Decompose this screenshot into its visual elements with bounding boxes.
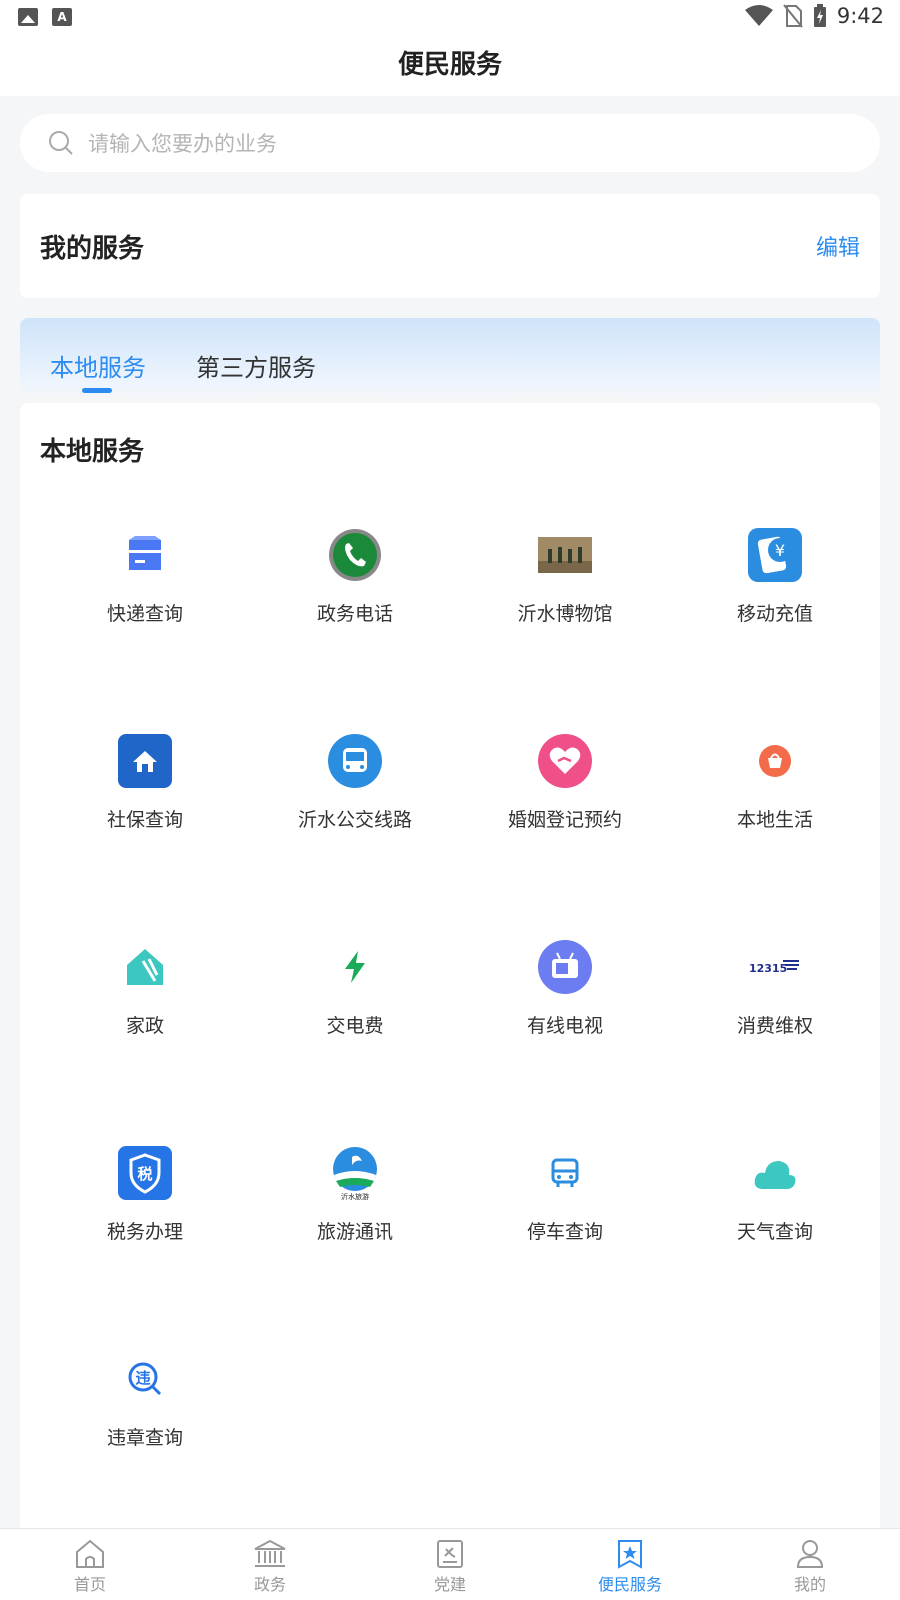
- nav-party-building[interactable]: 党建: [360, 1529, 540, 1600]
- service-label: 家政: [125, 1015, 164, 1037]
- bottom-navigation: 首页 政务 党建 便民服务 我的: [0, 1528, 900, 1600]
- service-marriage-registration[interactable]: 婚姻登记预约: [460, 709, 670, 909]
- service-bus-routes[interactable]: 沂水公交线路: [250, 709, 460, 909]
- consumer-rights-badge: 12315: [749, 962, 787, 975]
- mobile-recharge-icon: ¥: [747, 527, 803, 583]
- service-label: 本地生活: [736, 809, 813, 831]
- service-label: 税务办理: [106, 1221, 183, 1243]
- service-mobile-recharge[interactable]: ¥ 移动充值: [670, 503, 880, 703]
- violation-badge: 违: [135, 1369, 150, 1387]
- nav-convenience-services[interactable]: 便民服务: [540, 1529, 720, 1600]
- battery-icon: [813, 4, 826, 27]
- service-tabs: 本地服务 第三方服务: [20, 318, 880, 400]
- clock-time: 9:42: [836, 4, 884, 28]
- service-label: 停车查询: [526, 1221, 603, 1243]
- service-express-query[interactable]: 快递查询: [40, 503, 250, 703]
- service-label: 旅游通讯: [316, 1221, 393, 1243]
- heart-icon: [537, 733, 593, 789]
- wifi-icon: [744, 5, 773, 26]
- edit-button[interactable]: 编辑: [816, 230, 860, 262]
- bus-icon: [327, 733, 383, 789]
- nav-government[interactable]: 政务: [180, 1529, 360, 1600]
- no-sim-icon: [783, 4, 803, 28]
- service-electricity-bill[interactable]: 交电费: [250, 915, 460, 1115]
- service-parking[interactable]: 停车查询: [460, 1121, 670, 1321]
- tourism-logo-text: 沂水旅游: [341, 1192, 369, 1201]
- tax-shield-icon: 税: [117, 1145, 173, 1201]
- service-consumer-rights[interactable]: 12315 消费维权: [670, 915, 880, 1115]
- service-housekeeping[interactable]: 家政: [40, 915, 250, 1115]
- service-label: 消费维权: [736, 1015, 813, 1037]
- star-bookmark-icon: [618, 1540, 642, 1569]
- my-services-card: 我的服务 编辑: [20, 194, 880, 298]
- service-label: 移动充值: [736, 603, 813, 625]
- package-icon: [117, 527, 173, 583]
- service-local-life[interactable]: 本地生活: [670, 709, 880, 909]
- nav-label: 政务: [253, 1575, 286, 1594]
- status-bar: A 9:42: [0, 0, 900, 36]
- violation-search-icon: 违: [117, 1351, 173, 1407]
- svg-text:¥: ¥: [775, 541, 785, 560]
- search-placeholder: 请输入您要办的业务: [88, 132, 277, 156]
- nav-label: 首页: [73, 1575, 106, 1594]
- service-label: 婚姻登记预约: [507, 809, 622, 831]
- nav-mine[interactable]: 我的: [720, 1529, 900, 1600]
- party-building-icon: [437, 1540, 463, 1568]
- service-government-phone[interactable]: 政务电话: [250, 503, 460, 703]
- page-title: 便民服务: [397, 50, 502, 80]
- service-label: 社保查询: [106, 809, 183, 831]
- search-input[interactable]: 请输入您要办的业务: [20, 114, 880, 172]
- lightning-icon: [327, 939, 383, 995]
- nav-label: 便民服务: [597, 1575, 662, 1594]
- tourism-logo-icon: 沂水旅游: [327, 1145, 383, 1201]
- active-tab-indicator: [82, 388, 112, 393]
- service-label: 有线电视: [526, 1015, 603, 1037]
- parking-bus-icon: [537, 1145, 593, 1201]
- my-services-title: 我的服务: [40, 234, 145, 264]
- service-tax[interactable]: 税 税务办理: [40, 1121, 250, 1321]
- service-yishui-museum[interactable]: 沂水博物馆: [460, 503, 670, 703]
- font-notification-icon: A: [52, 8, 72, 26]
- phone-icon: [327, 527, 383, 583]
- housekeeping-icon: [117, 939, 173, 995]
- page-header: 便民服务: [0, 36, 900, 96]
- nav-label: 我的: [793, 1575, 826, 1594]
- user-icon: [796, 1540, 824, 1568]
- government-icon: [254, 1539, 286, 1567]
- consumer-rights-icon: 12315: [747, 939, 803, 995]
- search-area: 请输入您要办的业务: [0, 96, 900, 174]
- tab-third-party-services[interactable]: 第三方服务: [196, 348, 316, 383]
- tv-icon: [537, 939, 593, 995]
- basket-icon: [747, 733, 803, 789]
- service-label: 政务电话: [316, 603, 393, 625]
- service-label: 沂水公交线路: [297, 809, 412, 831]
- service-label: 快递查询: [106, 603, 183, 625]
- tab-local-services[interactable]: 本地服务: [50, 348, 146, 383]
- local-services-title: 本地服务: [40, 437, 145, 467]
- local-services-card: 本地服务 快递查询 政务电话 沂水博物馆 ¥ 移动充值 社保查询 沂水公交线路 …: [20, 403, 880, 1528]
- service-label: 天气查询: [736, 1221, 813, 1243]
- nav-home[interactable]: 首页: [0, 1529, 180, 1600]
- social-security-icon: [117, 733, 173, 789]
- image-notification-icon: [18, 8, 38, 26]
- home-icon: [76, 1539, 104, 1568]
- tax-badge: 税: [137, 1165, 152, 1183]
- service-social-security[interactable]: 社保查询: [40, 709, 250, 909]
- service-tourism-news[interactable]: 沂水旅游 旅游通讯: [250, 1121, 460, 1321]
- service-label: 违章查询: [106, 1427, 183, 1449]
- search-icon: [49, 131, 73, 155]
- service-label: 沂水博物馆: [517, 603, 613, 625]
- museum-icon: [537, 527, 593, 583]
- service-cable-tv[interactable]: 有线电视: [460, 915, 670, 1115]
- service-label: 交电费: [326, 1015, 384, 1037]
- service-weather[interactable]: 天气查询: [670, 1121, 880, 1321]
- service-traffic-violation[interactable]: 违 违章查询: [40, 1327, 250, 1527]
- cloud-icon: [747, 1145, 803, 1201]
- nav-label: 党建: [433, 1575, 466, 1594]
